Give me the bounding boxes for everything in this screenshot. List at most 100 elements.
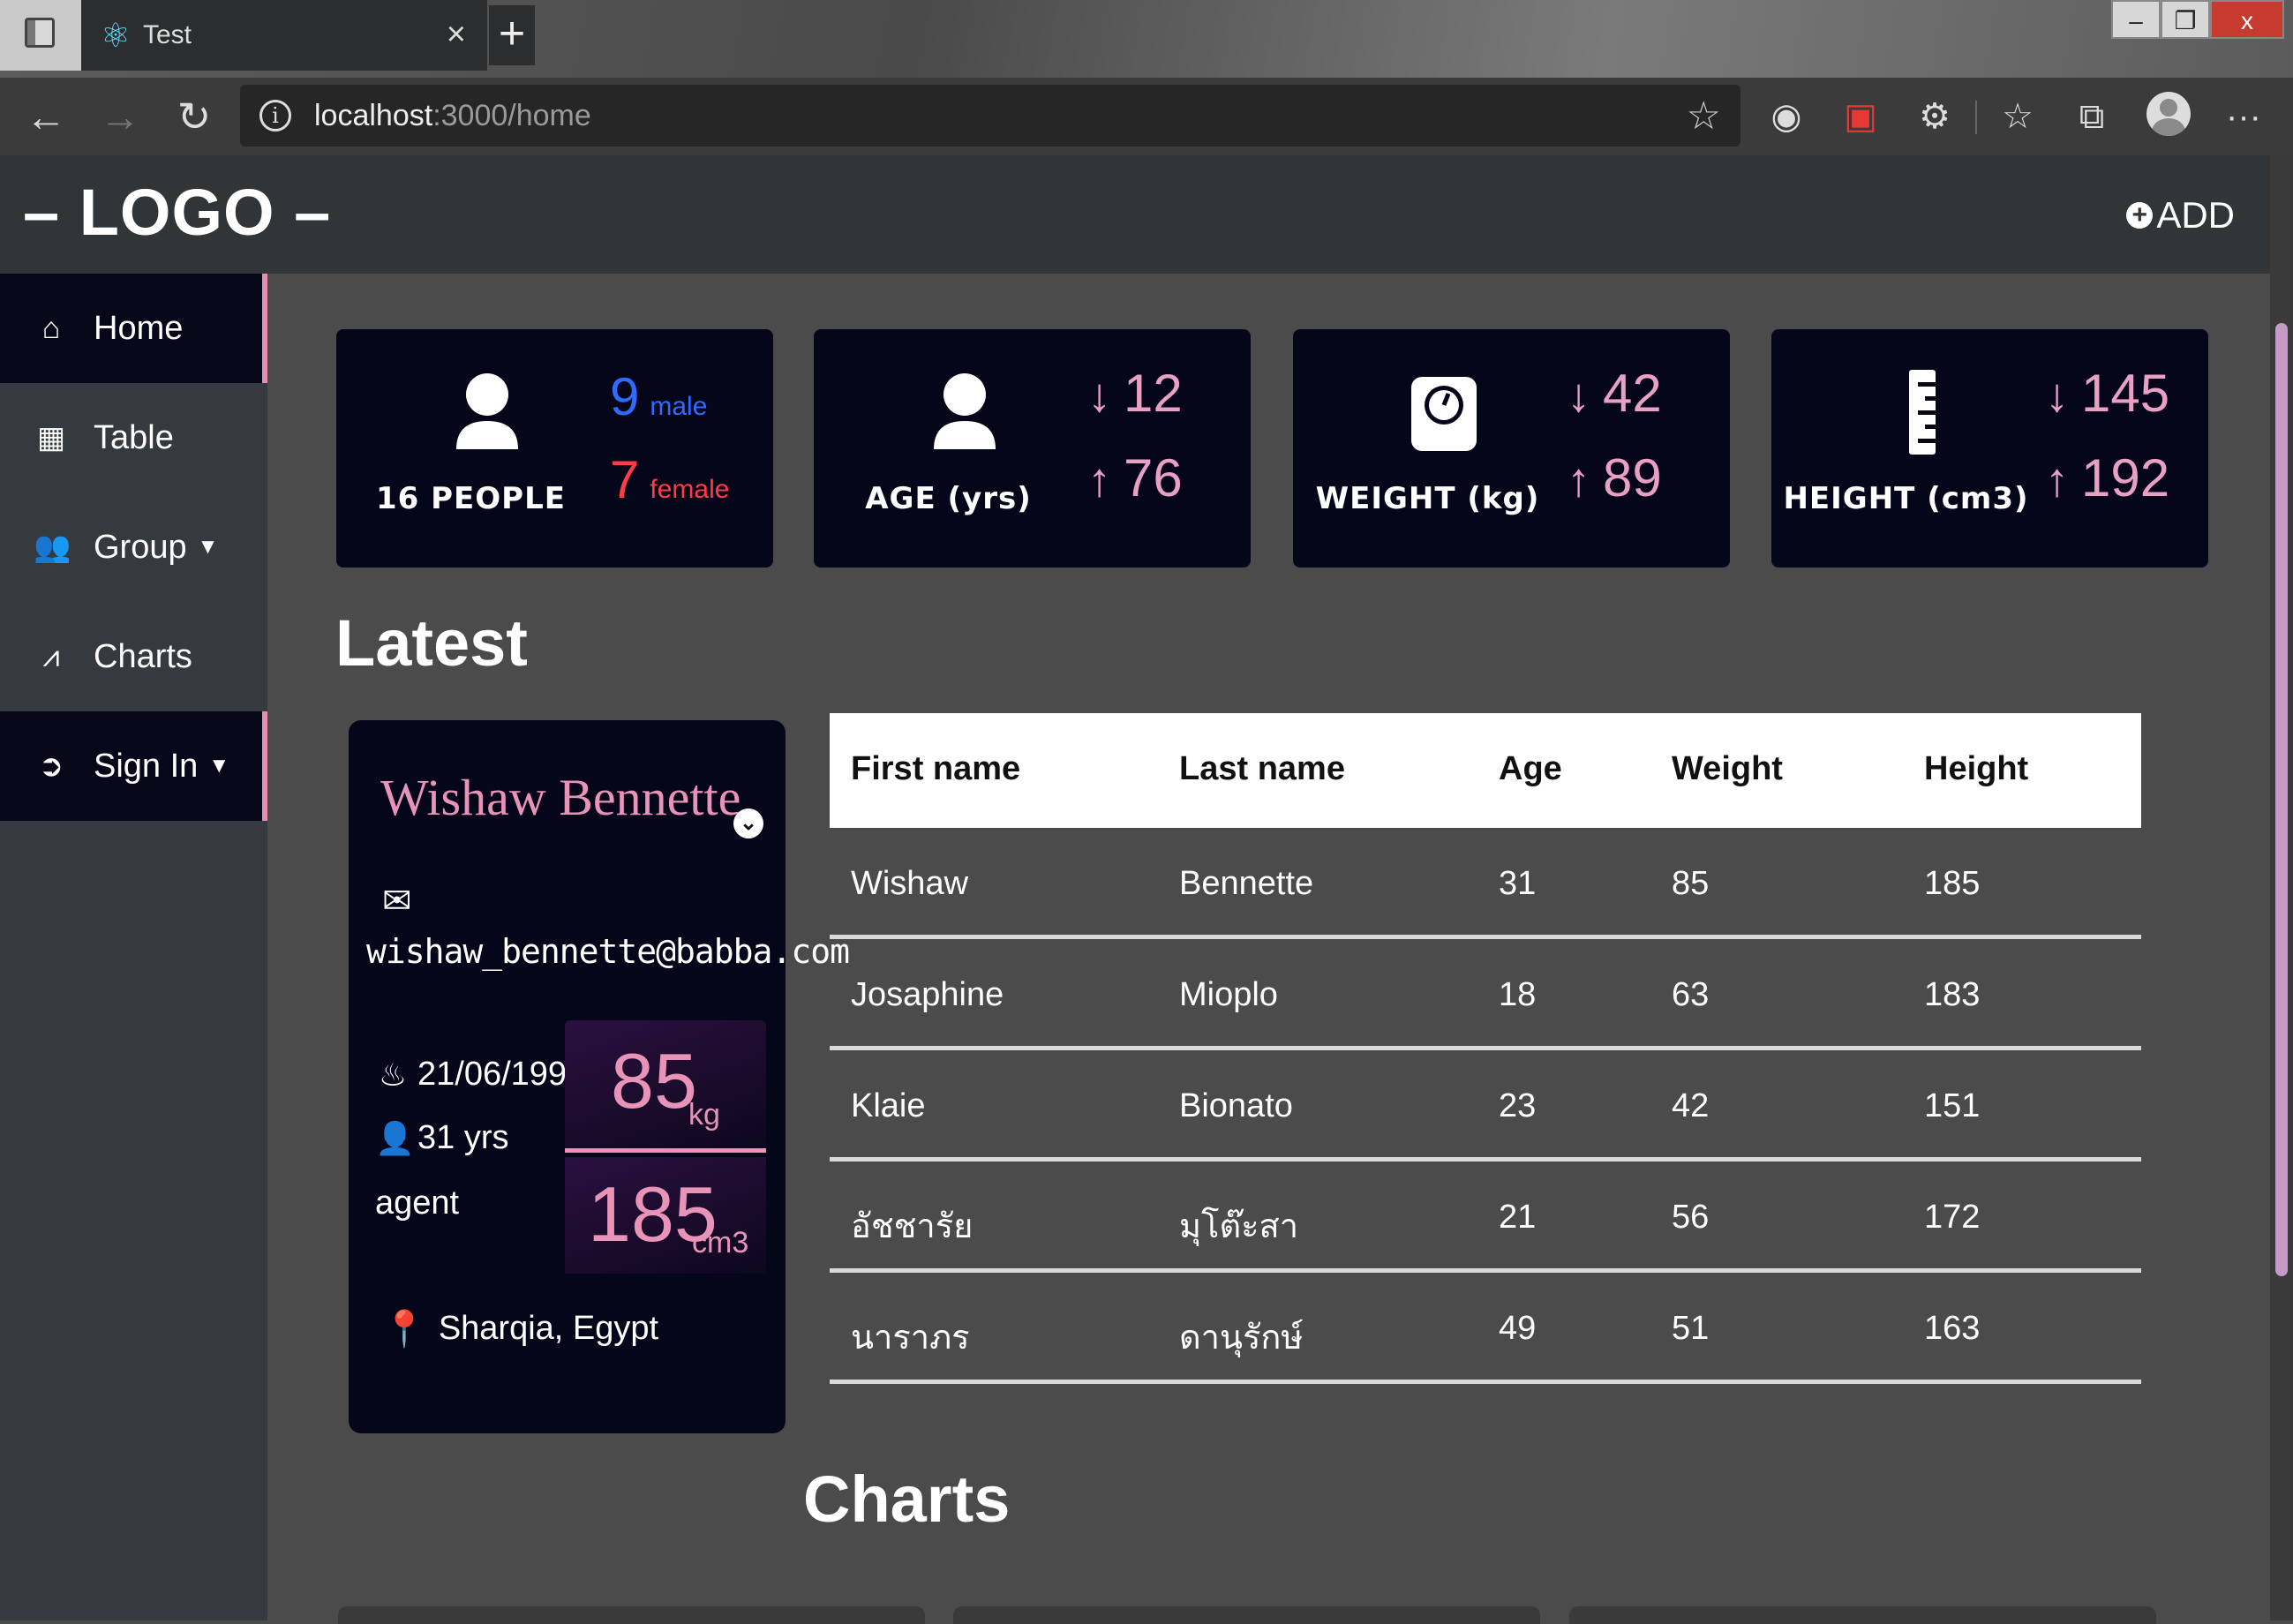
table-row[interactable]: อัชชารัย มุโต๊ะสา 21 56 172 xyxy=(830,1162,2141,1273)
charts-title: Charts xyxy=(803,1462,1011,1536)
cell-height: 185 xyxy=(1924,865,1981,902)
scrollbar-thumb[interactable] xyxy=(2275,323,2288,1276)
users-icon: 👥 xyxy=(34,530,71,564)
cell-height: 163 xyxy=(1924,1310,1981,1347)
forward-icon[interactable]: → xyxy=(94,90,147,143)
close-window-button[interactable]: x xyxy=(2210,0,2284,39)
cell-last-name: Mioplo xyxy=(1179,976,1278,1013)
cell-height: 183 xyxy=(1924,976,1981,1013)
sidebar-item-label: Group xyxy=(94,528,187,566)
minimize-button[interactable]: – xyxy=(2111,0,2161,39)
min-row: ↓ 42 xyxy=(1567,363,1662,424)
age-value: 31 yrs xyxy=(417,1119,509,1156)
extension-circle-icon[interactable]: ◉ xyxy=(1760,90,1813,143)
chevron-down-icon[interactable]: ⌄ xyxy=(733,808,763,838)
ruler-icon xyxy=(1909,370,1936,455)
location-line: 📍 Sharqia, Egypt xyxy=(382,1308,658,1350)
cell-first-name: Wishaw xyxy=(851,865,969,902)
app-header: – LOGO – + ADD xyxy=(0,155,2293,274)
max-row: ↑ 192 xyxy=(2045,447,2169,508)
chart-card xyxy=(953,1606,1540,1624)
birthdate: 21/06/1990 xyxy=(417,1056,586,1093)
location-value: Sharqia, Egypt xyxy=(438,1310,659,1347)
header-age[interactable]: Age xyxy=(1499,750,1562,788)
sidebar-item-home[interactable]: ⌂ Home xyxy=(0,274,267,383)
extensions-icon[interactable]: ⚙ xyxy=(1908,90,1961,143)
tab-actions-button[interactable] xyxy=(0,0,81,71)
birthdate-line: ♨ 21/06/1990 xyxy=(375,1056,585,1094)
toolbar-divider xyxy=(1975,101,1977,134)
sidebar-item-group[interactable]: 👥 Group ▼ xyxy=(0,492,267,602)
favorites-icon[interactable]: ☆ xyxy=(1991,90,2044,143)
caret-down-icon: ▼ xyxy=(197,535,219,559)
home-icon: ⌂ xyxy=(41,311,61,345)
cell-age: 23 xyxy=(1499,1087,1537,1124)
address-bar[interactable]: i localhost:3000/home ☆ xyxy=(240,85,1740,147)
stat-card-people: 16 PEOPLE 9 male 7 female xyxy=(336,329,773,568)
stat-label: WEIGHT (kg) xyxy=(1315,481,1540,516)
page-scrollbar[interactable] xyxy=(2270,155,2293,1620)
age-line: 👤 31 yrs xyxy=(375,1119,508,1157)
header-height[interactable]: Height xyxy=(1924,750,2028,788)
min-row: ↓ 145 xyxy=(2045,363,2169,424)
add-button[interactable]: + ADD xyxy=(2126,194,2235,237)
maximize-button[interactable]: ❐ xyxy=(2161,0,2210,39)
header-last-name[interactable]: Last name xyxy=(1179,750,1345,788)
stat-label: AGE (yrs) xyxy=(865,481,1032,516)
table-row[interactable]: นาราภร ดานุรักษ์ 49 51 163 xyxy=(830,1273,2141,1384)
sidebar-item-table[interactable]: ▦ Table xyxy=(0,383,267,492)
max-value: 76 xyxy=(1124,448,1183,508)
tab-close-icon[interactable]: × xyxy=(447,16,466,54)
new-tab-button[interactable]: + xyxy=(489,5,535,65)
person-card: Wishaw Bennette ⌄ ✉ wishaw_bennette@babb… xyxy=(349,720,850,1433)
table-row[interactable]: Klaie Bionato 23 42 151 xyxy=(830,1050,2141,1162)
cell-weight: 51 xyxy=(1672,1310,1710,1347)
stat-label: 16 PEOPLE xyxy=(375,481,566,516)
profile-avatar[interactable] xyxy=(2146,92,2191,136)
sidebar-item-charts[interactable]: ⩘ Charts xyxy=(0,602,267,711)
user-icon: 👤 xyxy=(375,1119,415,1156)
table-row[interactable]: Josaphine Mioplo 18 63 183 xyxy=(830,939,2141,1050)
browser-toolbar: ← → ↻ i localhost:3000/home ☆ ◉ ▣ ⚙ ☆ ⧉ … xyxy=(0,78,2293,155)
chart-icon: ⩘ xyxy=(42,639,60,673)
refresh-icon[interactable]: ↻ xyxy=(168,90,221,143)
cell-last-name: Bionato xyxy=(1179,1087,1293,1124)
height-unit: cm3 xyxy=(692,1226,749,1259)
male-count: 9 xyxy=(610,367,640,426)
user-icon xyxy=(456,373,518,449)
url-path: :3000/home xyxy=(432,98,591,132)
table-row[interactable]: Wishaw Bennette 31 85 185 xyxy=(830,828,2141,939)
height-metric: 185 cm3 xyxy=(565,1157,766,1274)
chart-card xyxy=(338,1606,925,1624)
collections-icon[interactable]: ⧉ xyxy=(2065,90,2118,143)
add-favorite-icon[interactable]: ☆ xyxy=(1687,94,1721,139)
table-icon: ▦ xyxy=(36,421,66,455)
birthday-cake-icon: ♨ xyxy=(378,1056,408,1093)
header-weight[interactable]: Weight xyxy=(1672,750,1783,788)
extension-red-icon[interactable]: ▣ xyxy=(1834,90,1887,143)
cell-first-name: อัชชารัย xyxy=(851,1208,974,1245)
sidebar-item-label: Home xyxy=(94,309,184,347)
arrow-up-icon: ↑ xyxy=(1567,454,1590,507)
browser-tab[interactable]: ⚛ Test × xyxy=(81,0,487,71)
cell-height: 151 xyxy=(1924,1087,1981,1124)
max-value: 89 xyxy=(1603,448,1662,508)
back-icon[interactable]: ← xyxy=(19,90,72,143)
arrow-up-icon: ↑ xyxy=(2045,454,2069,507)
logo[interactable]: – LOGO – xyxy=(23,175,331,250)
header-first-name[interactable]: First name xyxy=(851,750,1020,788)
min-value: 12 xyxy=(1124,364,1183,423)
map-marker-icon: 📍 xyxy=(382,1310,426,1349)
cell-weight: 63 xyxy=(1672,976,1710,1013)
cell-age: 21 xyxy=(1499,1199,1537,1236)
sidebar-item-sign-in[interactable]: ➲ Sign In ▼ xyxy=(0,711,267,821)
arrow-down-icon: ↓ xyxy=(2045,369,2069,422)
arrow-up-icon: ↑ xyxy=(1087,454,1111,507)
sign-in-icon: ➲ xyxy=(38,749,64,783)
male-count-row: 9 male xyxy=(610,366,707,427)
chart-card xyxy=(1569,1606,2156,1624)
more-menu-icon[interactable]: ··· xyxy=(2217,90,2270,143)
site-info-icon[interactable]: i xyxy=(259,100,291,132)
table-header: First name Last name Age Weight Height xyxy=(830,713,2141,828)
female-count-row: 7 female xyxy=(610,449,729,510)
